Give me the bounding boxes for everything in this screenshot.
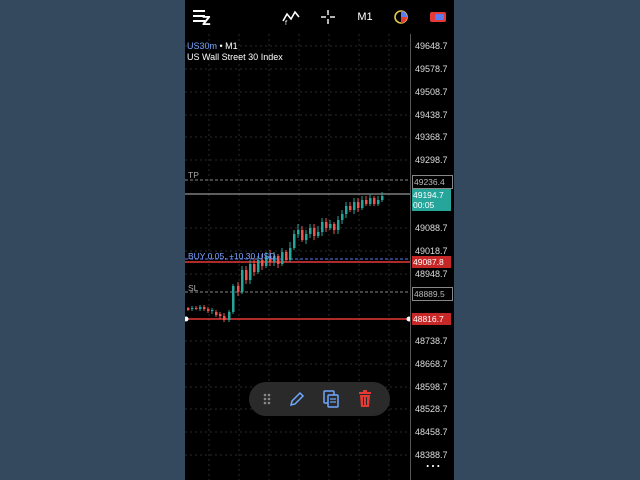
candle-body bbox=[281, 252, 284, 264]
candle-body bbox=[305, 234, 308, 240]
indicators-icon[interactable]: f bbox=[280, 6, 302, 28]
candle-body bbox=[203, 307, 206, 309]
price-tick: 49648.7 bbox=[415, 41, 448, 51]
candle-body bbox=[232, 286, 235, 312]
sl-price-tag: 48889.5 bbox=[412, 287, 453, 301]
candle-body bbox=[228, 312, 231, 320]
trading-app-window: Z f M1 US30m • M1 US Wall Street 30 Inde… bbox=[185, 0, 454, 480]
price-tick: 48458.7 bbox=[415, 427, 448, 437]
candle-timer: 00:05 bbox=[413, 200, 435, 210]
price-tick: 48528.7 bbox=[415, 404, 448, 414]
svg-text:Z: Z bbox=[202, 14, 211, 26]
symbol-header: US30m • M1 bbox=[187, 41, 238, 51]
candle-body bbox=[365, 200, 368, 204]
candle-body bbox=[321, 222, 324, 232]
candle-body bbox=[257, 260, 260, 272]
price-tick: 49508.7 bbox=[415, 87, 448, 97]
price-tick: 48948.7 bbox=[415, 269, 448, 279]
candle-body bbox=[369, 198, 372, 204]
candle-body bbox=[237, 286, 240, 292]
current-price-tag: 49194.7 00:05 bbox=[412, 189, 451, 211]
price-axis[interactable]: 49648.7 49578.7 49508.7 49438.7 49368.7 49298… bbox=[410, 34, 454, 480]
edit-icon[interactable] bbox=[287, 389, 307, 409]
candle-body bbox=[277, 256, 280, 264]
trade-icon[interactable] bbox=[427, 6, 449, 28]
timeframe-button[interactable]: M1 bbox=[353, 6, 377, 28]
price-tick: 49578.7 bbox=[415, 64, 448, 74]
price-tick: 49368.7 bbox=[415, 132, 448, 142]
tp-label: TP bbox=[188, 170, 199, 180]
candle-body bbox=[377, 200, 380, 204]
candle-body bbox=[249, 264, 252, 280]
candle-body bbox=[353, 202, 356, 210]
candle-body bbox=[329, 224, 332, 228]
candle-body bbox=[349, 206, 352, 210]
candle-body bbox=[309, 228, 312, 234]
candle-body bbox=[301, 230, 304, 240]
price-tick: 48598.7 bbox=[415, 382, 448, 392]
delete-icon[interactable] bbox=[355, 389, 375, 409]
symbol-code: US30m bbox=[187, 41, 218, 51]
price-tick: 49298.7 bbox=[415, 155, 448, 165]
sl-label: SL bbox=[188, 283, 199, 293]
candle-body bbox=[211, 310, 214, 311]
candle-body bbox=[341, 214, 344, 220]
candle-body bbox=[219, 314, 222, 316]
candle-body bbox=[357, 202, 360, 208]
candle-body bbox=[337, 220, 340, 230]
timeframe-label: M1 bbox=[357, 11, 373, 23]
top-toolbar: Z f M1 bbox=[185, 0, 454, 34]
symbol-timeframe: • M1 bbox=[219, 41, 238, 51]
candle-body bbox=[191, 308, 194, 309]
tp-price-tag: 49236.4 bbox=[412, 175, 453, 189]
price-tick: 49088.7 bbox=[415, 223, 448, 233]
candle-body bbox=[293, 234, 296, 248]
candle-body bbox=[241, 270, 244, 292]
price-tick: 49438.7 bbox=[415, 110, 448, 120]
buy-label: BUY 0.05, +10.30 USD bbox=[188, 251, 276, 261]
menu-icon[interactable]: Z bbox=[191, 6, 213, 28]
candle-body bbox=[199, 307, 202, 309]
candle-body bbox=[317, 232, 320, 236]
symbol-description: US Wall Street 30 Index bbox=[187, 52, 283, 62]
bid-price-tag: 48816.7 bbox=[412, 313, 451, 325]
candle-body bbox=[207, 309, 210, 311]
price-tick: 49018.7 bbox=[415, 246, 448, 256]
current-price: 49194.7 bbox=[413, 190, 444, 200]
price-tick: 48738.7 bbox=[415, 336, 448, 346]
candle-body bbox=[195, 308, 198, 309]
buy-price-tag: 49087.8 bbox=[412, 256, 451, 268]
candle-body bbox=[313, 228, 316, 236]
candle-body bbox=[325, 222, 328, 228]
candle-body bbox=[333, 224, 336, 230]
svg-text:f: f bbox=[285, 20, 288, 25]
candle-body bbox=[223, 316, 226, 320]
candle-body bbox=[215, 312, 218, 315]
more-options-button[interactable]: ⋯ bbox=[425, 456, 441, 476]
candle-body bbox=[373, 198, 376, 204]
objects-icon[interactable] bbox=[390, 6, 412, 28]
candle-body bbox=[381, 196, 384, 200]
object-toolbar bbox=[249, 382, 390, 416]
candle-body bbox=[245, 270, 248, 280]
candle-body bbox=[285, 252, 288, 260]
candle-body bbox=[187, 308, 190, 310]
candle-body bbox=[289, 248, 292, 260]
copy-icon[interactable] bbox=[321, 389, 341, 409]
drag-handle-icon[interactable] bbox=[257, 389, 277, 409]
candle-body bbox=[345, 206, 348, 214]
candle-body bbox=[297, 230, 300, 234]
candle-body bbox=[361, 200, 364, 208]
candle-body bbox=[253, 264, 256, 272]
crosshair-icon[interactable] bbox=[318, 6, 338, 28]
price-tick: 48668.7 bbox=[415, 359, 448, 369]
